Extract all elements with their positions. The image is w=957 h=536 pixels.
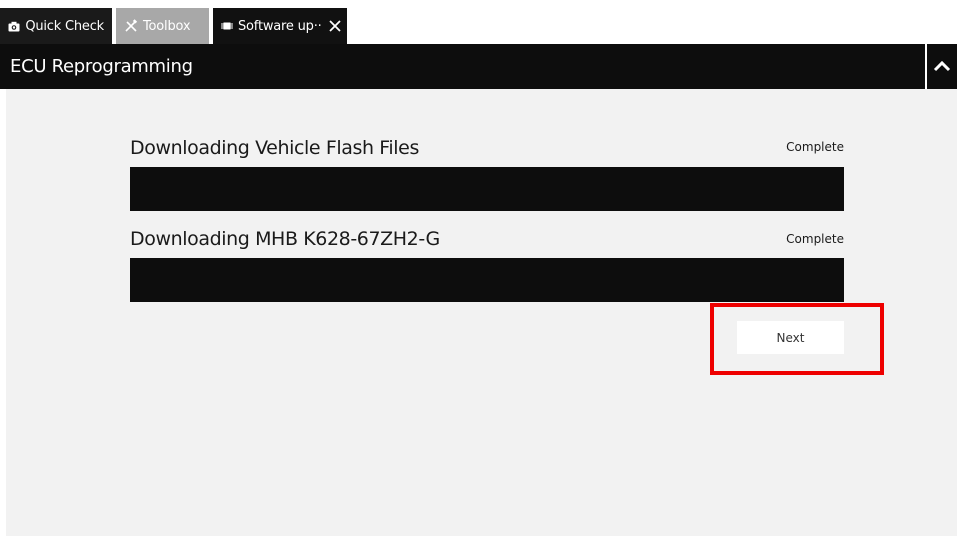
progress-fill [130, 258, 844, 302]
tab-software-update-label: Software up·· [238, 18, 322, 34]
chip-icon [221, 19, 233, 33]
close-icon[interactable] [328, 18, 342, 34]
tools-icon [124, 19, 138, 33]
tab-toolbox-label: Toolbox [143, 18, 191, 34]
download-title: Downloading MHB K628-67ZH2-G [130, 228, 440, 250]
download-status: Complete [786, 140, 844, 154]
app-window: Quick Check Toolbox Software up·· ECU Re… [0, 0, 957, 536]
main-content: Downloading Vehicle Flash Files Complete… [6, 89, 957, 536]
progress-bar [130, 167, 844, 211]
tab-quick-check-label: Quick Check [25, 18, 104, 34]
tab-software-update[interactable]: Software up·· [213, 8, 347, 44]
top-strip [0, 0, 957, 8]
chevron-up-icon [933, 57, 951, 76]
download-status: Complete [786, 232, 844, 246]
page-header: ECU Reprogramming [0, 44, 925, 89]
camera-icon [8, 19, 20, 33]
tab-bar: Quick Check Toolbox Software up·· [0, 8, 347, 44]
progress-fill [130, 167, 844, 211]
page-title: ECU Reprogramming [10, 56, 193, 77]
tab-quick-check[interactable]: Quick Check [0, 8, 112, 44]
progress-bar [130, 258, 844, 302]
download-title: Downloading Vehicle Flash Files [130, 137, 419, 159]
next-button[interactable]: Next [737, 321, 844, 354]
collapse-button[interactable] [927, 44, 957, 89]
tab-toolbox[interactable]: Toolbox [116, 8, 209, 44]
